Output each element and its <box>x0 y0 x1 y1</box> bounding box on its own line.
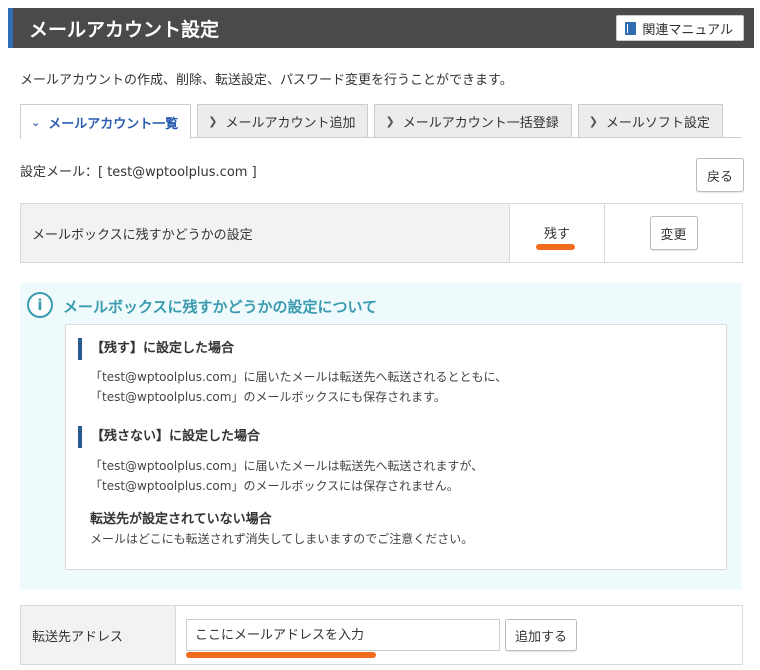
tab-account-list[interactable]: ⌄ メールアカウント一覧 <box>20 104 192 139</box>
highlight-underline <box>186 652 376 658</box>
chevron-right-icon: ❯ <box>385 115 395 128</box>
change-button[interactable]: 変更 <box>649 216 698 250</box>
forward-address-row: 転送先アドレス 追加する <box>20 605 743 665</box>
info-title: メールボックスに残すかどうかの設定について <box>63 298 378 316</box>
mailbox-setting-value-cell: 残す <box>510 204 605 262</box>
nokeep-case-heading: 【残さない】に設定した場合 <box>78 426 260 448</box>
tab-mail-software[interactable]: ❯ メールソフト設定 <box>577 104 723 138</box>
forward-address-label: 転送先アドレス <box>21 606 176 664</box>
tab-label: メールソフト設定 <box>605 116 710 131</box>
keep-case-text: 「test@wptoolplus.com」に届いたメールは転送先へ転送されるとと… <box>90 367 507 407</box>
tab-label: メールアカウント追加 <box>225 116 356 131</box>
book-icon <box>625 21 637 35</box>
tab-account-add[interactable]: ❯ メールアカウント追加 <box>197 104 369 138</box>
keep-case-line: 「test@wptoolplus.com」のメールボックスにも保存されます。 <box>90 390 446 404</box>
related-manual-label: 関連マニュアル <box>642 22 733 38</box>
keep-case-line: 「test@wptoolplus.com」に届いたメールは転送先へ転送されるとと… <box>90 370 508 384</box>
related-manual-button[interactable]: 関連マニュアル <box>616 15 744 41</box>
nokeep-case-text: 「test@wptoolplus.com」に届いたメールは転送先へ転送されますが… <box>90 456 483 496</box>
page-description: メールアカウントの作成、削除、転送設定、パスワード変更を行うことができます。 <box>20 73 513 88</box>
back-button[interactable]: 戻る <box>696 158 744 192</box>
page-header: メールアカウント設定 関連マニュアル <box>8 8 754 48</box>
info-icon: i <box>27 292 53 318</box>
nokeep-case-line: 「test@wptoolplus.com」に届いたメールは転送先へ転送されますが… <box>90 459 484 473</box>
forward-address-input-cell: 追加する <box>176 606 742 664</box>
info-content: 【残す】に設定した場合 「test@wptoolplus.com」に届いたメール… <box>65 324 727 570</box>
mailbox-setting-value: 残す <box>543 226 570 242</box>
chevron-down-icon: ⌄ <box>31 115 41 129</box>
tab-bar: ⌄ メールアカウント一覧 ❯ メールアカウント追加 ❯ メールアカウント一括登録… <box>20 104 729 139</box>
no-forward-text: メールはどこにも転送されず消失してしまいますのでご注意ください。 <box>90 532 474 546</box>
mailbox-setting-label: メールボックスに残すかどうかの設定 <box>21 204 510 262</box>
setting-mail-address: 設定メール：[ test@wptoolplus.com ] <box>20 165 257 180</box>
forward-address-input[interactable] <box>186 619 500 651</box>
tab-bulk-register[interactable]: ❯ メールアカウント一括登録 <box>374 104 572 138</box>
keep-case-heading: 【残す】に設定した場合 <box>78 338 234 360</box>
mailbox-setting-row: メールボックスに残すかどうかの設定 残す 変更 <box>20 203 743 263</box>
add-forward-button[interactable]: 追加する <box>505 619 577 651</box>
no-forward-heading: 転送先が設定されていない場合 <box>90 512 272 527</box>
highlight-underline <box>536 244 575 250</box>
chevron-right-icon: ❯ <box>588 115 598 128</box>
tab-label: メールアカウント一括登録 <box>402 116 559 131</box>
nokeep-case-line: 「test@wptoolplus.com」のメールボックスには保存されません。 <box>90 479 459 493</box>
tab-label: メールアカウント一覧 <box>48 116 179 132</box>
info-panel: i メールボックスに残すかどうかの設定について 【残す】に設定した場合 「tes… <box>20 283 742 590</box>
page-title: メールアカウント設定 <box>29 19 220 41</box>
mailbox-setting-action-cell: 変更 <box>605 204 742 262</box>
chevron-right-icon: ❯ <box>208 115 218 128</box>
